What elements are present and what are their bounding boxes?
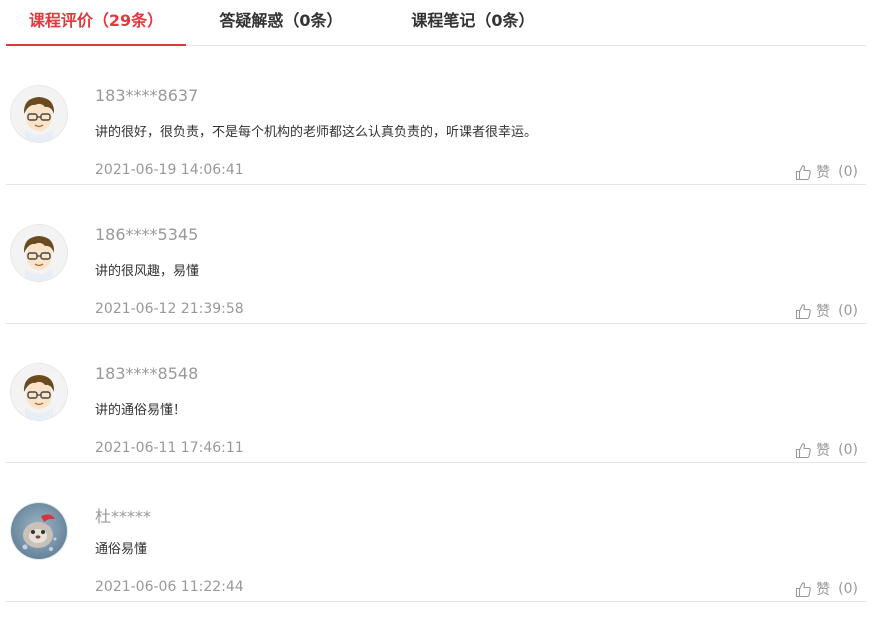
tab-course-reviews[interactable]: 课程评价（29条） [6,0,186,46]
like-button[interactable]: 赞 (0) [795,440,858,460]
like-label: 赞 [816,443,831,459]
like-count: (0) [838,303,858,319]
thumbs-up-icon [796,303,811,319]
comment-text: 讲的很好，很负责，不是每个机构的老师都这么认真负责的，听课者很幸运。 [95,125,538,140]
avatar[interactable] [11,225,67,281]
comment-username: 183****8548 [95,364,199,383]
comment-time: 2021-06-11 17:46:11 [95,440,244,456]
like-button[interactable]: 赞 (0) [795,579,858,599]
like-label: 赞 [816,582,831,598]
like-button[interactable]: 赞 (0) [795,162,858,182]
comment-username: 186****5345 [95,225,199,244]
comment-item: 186****5345 讲的很风趣，易懂 2021-06-12 21:39:58… [6,185,866,324]
comment-time: 2021-06-12 21:39:58 [95,301,244,317]
tab-notes[interactable]: 课程笔记（0条） [398,0,548,45]
comment-username: 183****8637 [95,86,199,105]
like-count: (0) [838,581,858,597]
review-tabs: 课程评价（29条） 答疑解惑（0条） 课程笔记（0条） [6,0,866,46]
like-count: (0) [838,442,858,458]
like-button[interactable]: 赞 (0) [795,301,858,321]
comment-list: 183****8637 讲的很好，很负责，不是每个机构的老师都这么认真负责的，听… [6,46,866,602]
like-count: (0) [838,164,858,180]
comment-text: 通俗易懂 [95,542,148,557]
comment-time: 2021-06-06 11:22:44 [95,579,244,595]
avatar[interactable] [11,503,67,559]
cartoon-boy-avatar-icon [11,225,67,281]
comment-item: 183****8637 讲的很好，很负责，不是每个机构的老师都这么认真负责的，听… [6,46,866,185]
comment-text: 讲的通俗易懂！ [95,403,187,418]
cartoon-boy-avatar-icon [11,364,67,420]
comment-item: 183****8548 讲的通俗易懂！ 2021-06-11 17:46:11 … [6,324,866,463]
avatar[interactable] [11,86,67,142]
tab-qa[interactable]: 答疑解惑（0条） [206,0,356,45]
cartoon-animal-avatar-icon [11,503,67,559]
comment-time: 2021-06-19 14:06:41 [95,162,244,178]
cartoon-boy-avatar-icon [11,86,67,142]
comment-text: 讲的很风趣，易懂 [95,264,200,279]
like-label: 赞 [816,165,831,181]
thumbs-up-icon [796,581,811,597]
thumbs-up-icon [796,442,811,458]
comment-item: 杜***** 通俗易懂 2021-06-06 11:22:44 赞 (0) [6,463,866,602]
thumbs-up-icon [796,164,811,180]
comment-username: 杜***** [95,507,152,526]
like-label: 赞 [816,304,831,320]
avatar[interactable] [11,364,67,420]
